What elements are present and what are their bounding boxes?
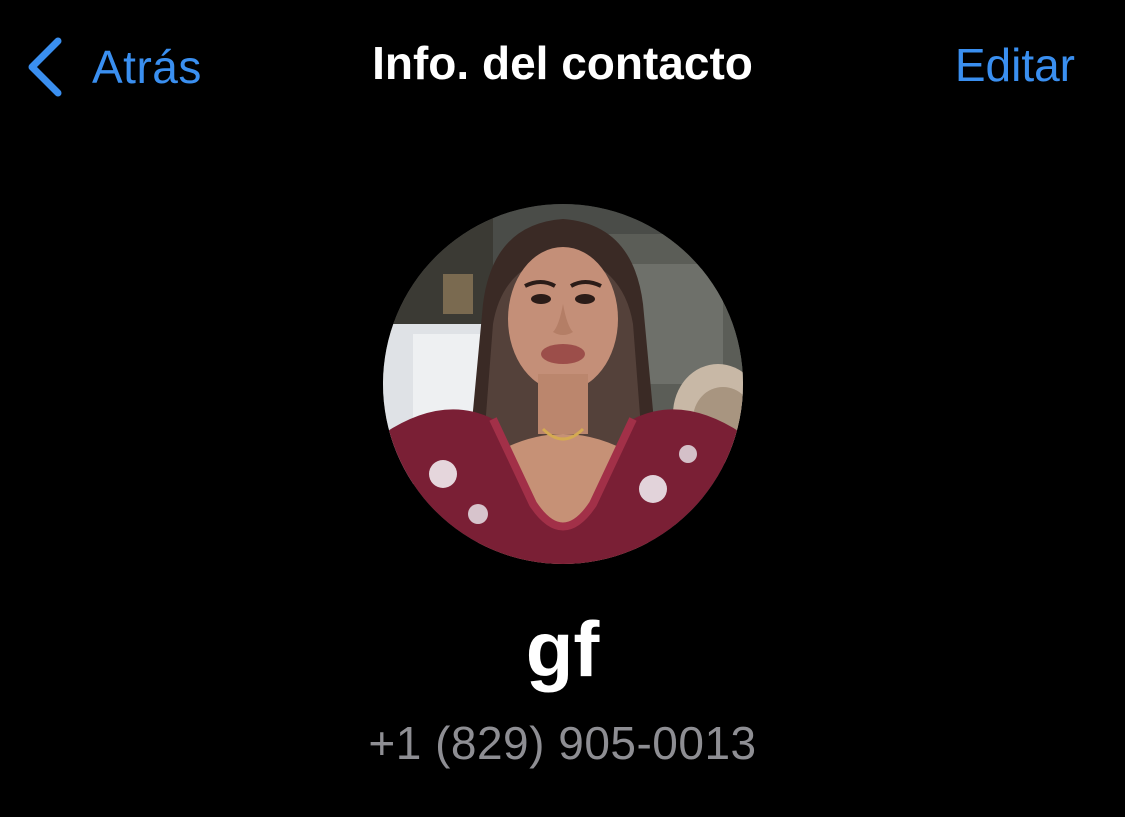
profile-photo-image [383, 204, 743, 564]
navigation-bar: Atrás Info. del contacto Editar [0, 0, 1125, 135]
avatar[interactable] [383, 204, 743, 564]
contact-name: gf [525, 605, 600, 693]
edit-button[interactable]: Editar [955, 38, 1075, 92]
contact-phone[interactable]: +1 (829) 905-0013 [0, 716, 1125, 770]
contact-info-screen: Atrás Info. del contacto Editar gf +1 (8… [0, 0, 1125, 817]
